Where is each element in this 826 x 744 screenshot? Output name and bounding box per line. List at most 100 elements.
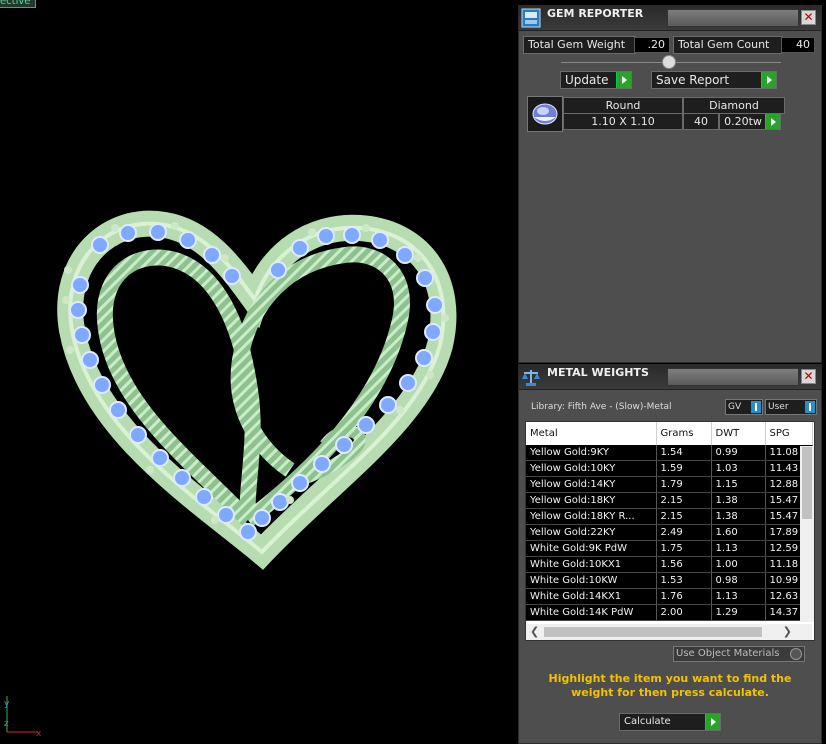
horizontal-scroll-thumb[interactable] bbox=[544, 627, 762, 637]
metal-weights-titlebar[interactable]: METAL WEIGHTS ✕ bbox=[519, 365, 821, 390]
metal-cell: White Gold:10KW bbox=[526, 572, 657, 589]
gem-count: 40 bbox=[683, 113, 719, 130]
heart-pendant-render bbox=[57, 210, 457, 570]
close-icon[interactable]: ✕ bbox=[801, 369, 816, 384]
grams-cell: 1.54 bbox=[656, 445, 712, 461]
library-label: Library: Fifth Ave - (Slow)-Metal bbox=[531, 402, 672, 412]
total-gem-weight-label: Total Gem Weight bbox=[523, 36, 636, 54]
table-header-row: Metal Grams DWT SPG bbox=[526, 422, 813, 445]
dwt-cell: 1.13 bbox=[711, 588, 766, 605]
calculate-hint: Highlight the item you want to find the … bbox=[548, 672, 792, 699]
grams-cell: 1.56 bbox=[656, 556, 712, 573]
total-gem-count-value[interactable]: 40 bbox=[781, 37, 815, 53]
dwt-cell: 1.60 bbox=[711, 524, 766, 541]
metal-cell: White Gold:14K PdW bbox=[526, 604, 657, 621]
save-report-button-label: Save Report bbox=[656, 73, 730, 87]
column-header-grams[interactable]: Grams bbox=[656, 422, 712, 445]
column-header-dwt[interactable]: DWT bbox=[711, 422, 766, 445]
metal-cell: Yellow Gold:14KY bbox=[526, 476, 657, 493]
gem-material: Diamond bbox=[683, 97, 785, 114]
table-row[interactable]: Yellow Gold:10KY 1.59 1.03 11.43 bbox=[526, 460, 813, 477]
gem-reporter-panel: GEM REPORTER ✕ Total Gem Weight .20 Tota… bbox=[518, 5, 822, 363]
table-row[interactable]: Yellow Gold:18KY R... 2.15 1.38 15.47 bbox=[526, 508, 813, 525]
grams-cell: 2.15 bbox=[656, 508, 712, 525]
table-row[interactable]: White Gold:14KX1 1.76 1.13 12.63 bbox=[526, 588, 813, 605]
metal-cell: Yellow Gold:9KY bbox=[526, 445, 657, 461]
total-gem-weight-value[interactable]: .20 bbox=[634, 37, 670, 53]
update-button[interactable]: Update bbox=[560, 71, 632, 89]
save-report-button[interactable]: Save Report bbox=[651, 71, 777, 89]
metal-weights-title: METAL WEIGHTS bbox=[547, 366, 649, 379]
table-row[interactable]: White Gold:10KX1 1.56 1.00 11.18 bbox=[526, 556, 813, 573]
metal-cell: White Gold:10KX1 bbox=[526, 556, 657, 573]
3d-viewport[interactable]: ective y z x bbox=[0, 0, 516, 742]
close-icon[interactable]: ✕ bbox=[801, 10, 816, 25]
horizontal-scrollbar[interactable]: ❮ ❯ bbox=[526, 624, 812, 640]
grams-cell: 2.00 bbox=[656, 604, 712, 621]
axis-z-label: z bbox=[4, 719, 9, 729]
vertical-scroll-thumb[interactable] bbox=[802, 447, 812, 519]
column-header-metal[interactable]: Metal bbox=[526, 422, 657, 445]
use-object-materials-label: Use Object Materials bbox=[676, 648, 780, 659]
balance-scale-icon bbox=[522, 370, 540, 386]
table-row[interactable]: White Gold:10KW 1.53 0.98 10.99 bbox=[526, 572, 813, 589]
update-button-label: Update bbox=[565, 73, 609, 87]
toggle-knob-icon bbox=[805, 401, 815, 413]
metal-weights-table[interactable]: Metal Grams DWT SPG Yellow Gold:9KY 1.54 0… bbox=[525, 421, 815, 641]
gem-reporter-title: GEM REPORTER bbox=[547, 7, 644, 20]
gem-weight: 0.20tw bbox=[719, 113, 767, 130]
dwt-cell: 1.38 bbox=[711, 492, 766, 509]
table-row[interactable]: Yellow Gold:14KY 1.79 1.15 12.88 bbox=[526, 476, 813, 493]
scroll-left-icon[interactable]: ❮ bbox=[530, 624, 539, 640]
play-arrow-icon bbox=[765, 114, 780, 129]
dwt-cell: 1.13 bbox=[711, 540, 766, 557]
table-row[interactable]: White Gold:9K PdW 1.75 1.13 12.59 bbox=[526, 540, 813, 557]
gem-shape: Round bbox=[563, 97, 683, 114]
axis-gizmo: y z x bbox=[4, 696, 42, 739]
dwt-cell: 0.98 bbox=[711, 572, 766, 589]
gv-toggle-label: GV bbox=[728, 402, 742, 412]
dwt-cell: 1.00 bbox=[711, 556, 766, 573]
grams-cell: 2.15 bbox=[656, 492, 712, 509]
metal-weights-panel: METAL WEIGHTS ✕ Library: Fifth Ave - (Sl… bbox=[518, 364, 822, 744]
metal-cell: White Gold:14KX1 bbox=[526, 588, 657, 605]
table-row[interactable]: White Gold:14K PdW 2.00 1.29 14.37 bbox=[526, 604, 813, 621]
user-toggle-label: User bbox=[768, 402, 789, 412]
metal-cell: Yellow Gold:22KY bbox=[526, 524, 657, 541]
table-row[interactable]: Yellow Gold:9KY 1.54 0.99 11.08 bbox=[526, 445, 813, 461]
grams-cell: 1.76 bbox=[656, 588, 712, 605]
column-header-spg[interactable]: SPG bbox=[765, 422, 813, 445]
grams-cell: 1.79 bbox=[656, 476, 712, 493]
calculate-button[interactable]: Calculate bbox=[619, 713, 721, 731]
gem-size: 1.10 X 1.10 bbox=[563, 113, 683, 130]
scroll-right-icon[interactable]: ❯ bbox=[783, 624, 792, 640]
axis-x-label: x bbox=[36, 729, 42, 739]
grams-cell: 1.53 bbox=[656, 572, 712, 589]
slider-handle[interactable] bbox=[662, 55, 676, 69]
dwt-cell: 1.38 bbox=[711, 508, 766, 525]
use-object-materials-option[interactable]: Use Object Materials bbox=[673, 646, 805, 662]
dwt-cell: 1.03 bbox=[711, 460, 766, 477]
gem-detail-button[interactable] bbox=[765, 113, 781, 130]
gv-toggle[interactable]: GV bbox=[725, 399, 763, 415]
play-arrow-icon bbox=[616, 72, 631, 88]
title-stripe bbox=[667, 9, 799, 27]
play-arrow-icon bbox=[705, 714, 720, 730]
table-row[interactable]: Yellow Gold:18KY 2.15 1.38 15.47 bbox=[526, 492, 813, 509]
title-stripe bbox=[667, 368, 799, 386]
table-row[interactable]: Yellow Gold:22KY 2.49 1.60 17.89 bbox=[526, 524, 813, 541]
axis-y-label: y bbox=[4, 699, 10, 709]
grams-cell: 1.75 bbox=[656, 540, 712, 557]
gem-list-item[interactable]: Round Diamond 1.10 X 1.10 40 0.20tw bbox=[527, 96, 787, 132]
metal-cell: White Gold:9K PdW bbox=[526, 540, 657, 557]
gem-reporter-titlebar[interactable]: GEM REPORTER ✕ bbox=[519, 6, 821, 31]
user-toggle[interactable]: User bbox=[765, 399, 817, 415]
round-gem-icon bbox=[527, 96, 563, 132]
radio-icon[interactable] bbox=[790, 648, 802, 660]
metal-cell: Yellow Gold:18KY bbox=[526, 492, 657, 509]
calculate-button-label: Calculate bbox=[624, 716, 671, 727]
dwt-cell: 0.99 bbox=[711, 445, 766, 461]
grams-cell: 2.49 bbox=[656, 524, 712, 541]
metal-cell: Yellow Gold:10KY bbox=[526, 460, 657, 477]
gem-reporter-icon bbox=[521, 8, 541, 28]
